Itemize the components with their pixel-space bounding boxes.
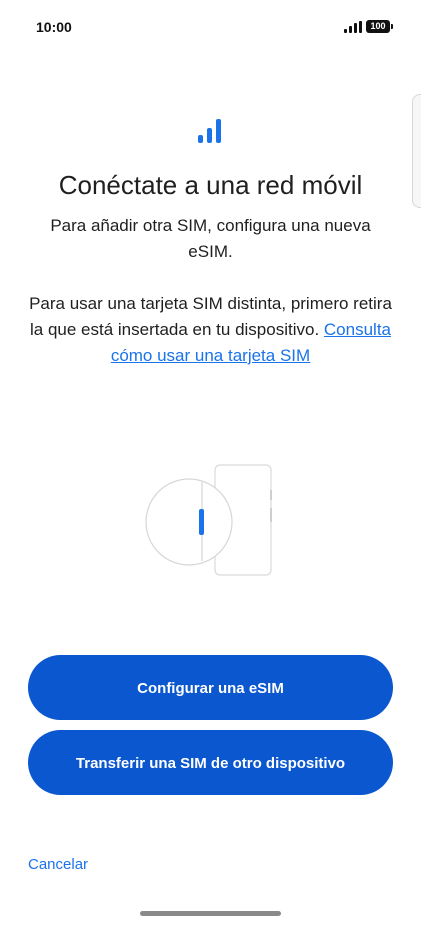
sim-tray-illustration-icon: [140, 460, 280, 580]
battery-icon: 100: [366, 20, 393, 33]
configure-esim-button[interactable]: Configurar una eSIM: [28, 655, 393, 720]
cancel-button[interactable]: Cancelar: [28, 856, 88, 873]
transfer-sim-button[interactable]: Transferir una SIM de otro dispositivo: [28, 730, 393, 795]
page-subtitle: Para añadir otra SIM, configura una nuev…: [50, 216, 371, 261]
body-text: Para usar una tarjeta SIM distinta, prim…: [26, 291, 395, 369]
status-bar: 10:00 100: [0, 0, 421, 56]
status-time: 10:00: [36, 19, 72, 35]
status-icons: 100: [344, 20, 393, 33]
page-title: Conéctate a una red móvil: [58, 170, 363, 200]
signal-icon: [344, 21, 362, 33]
home-indicator[interactable]: [140, 911, 281, 916]
signal-icon: [198, 119, 221, 143]
